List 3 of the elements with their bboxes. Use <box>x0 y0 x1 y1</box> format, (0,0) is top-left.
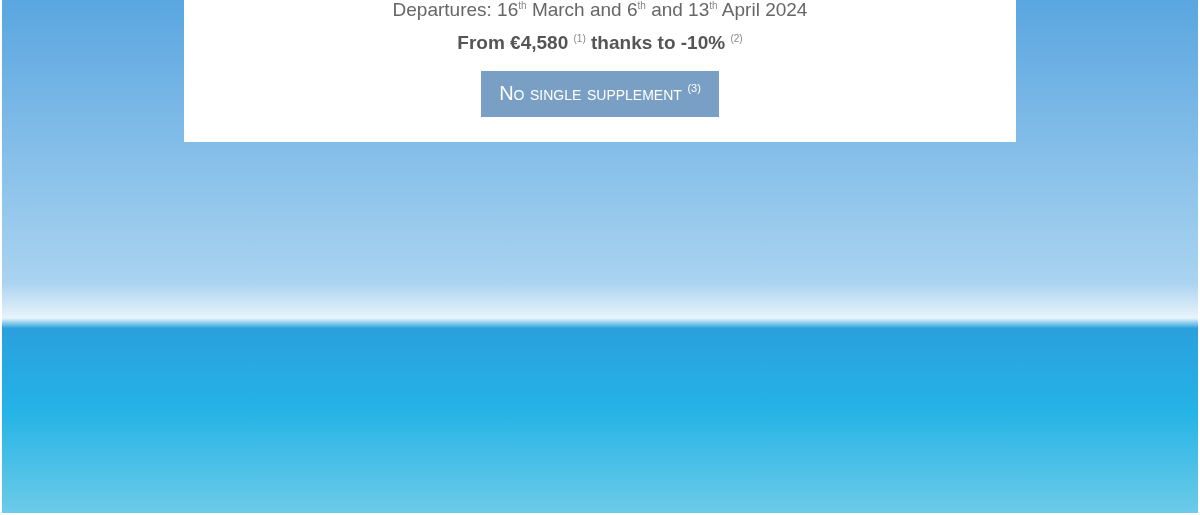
price-text: From €4,580 $^{(1)}$ thanks to -10% $^{(2)}$ <box>457 31 743 56</box>
supplement-button[interactable]: No single supplement $^{(3)}$ <box>481 70 719 117</box>
departures-text: Departures: 16$^{th}$ March and 6$^{th}$ and 13$^{th}$ April 2024 <box>392 0 808 23</box>
